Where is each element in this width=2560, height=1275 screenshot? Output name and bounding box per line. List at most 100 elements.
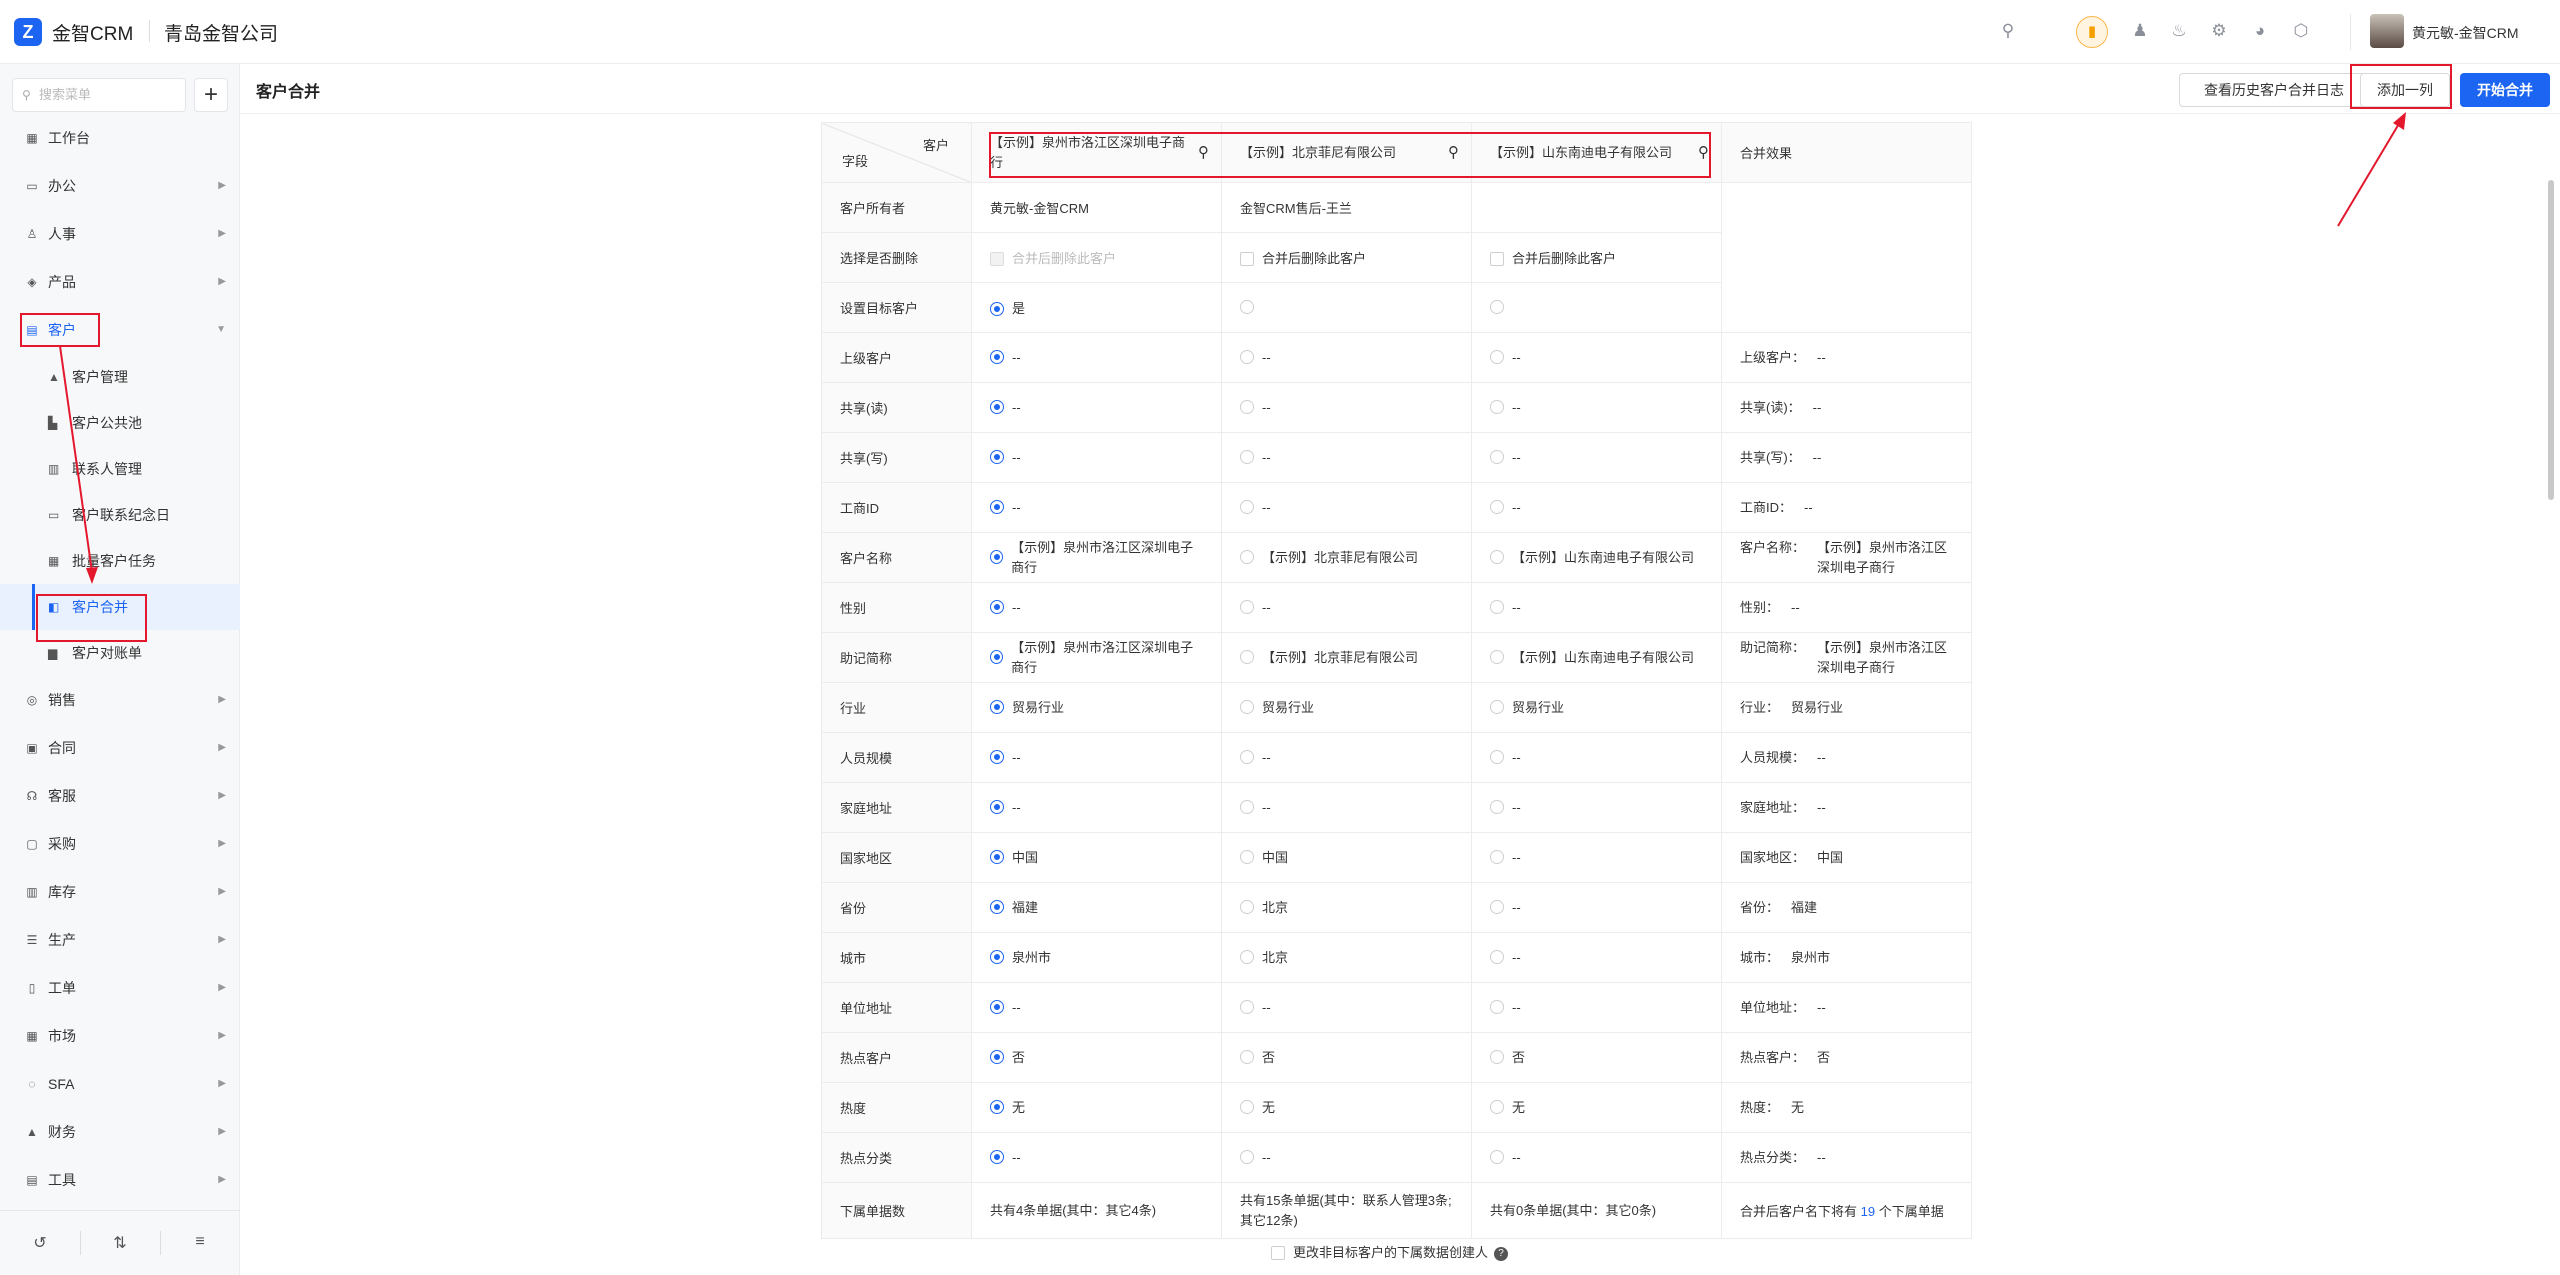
sidebar-item-service[interactable]: ☊ 客服 ▶	[0, 772, 240, 820]
field-option[interactable]: --	[1221, 382, 1472, 433]
radio-icon[interactable]	[990, 749, 1004, 764]
sidebar-item-office[interactable]: ▭ 办公 ▶	[0, 162, 240, 210]
avatar[interactable]	[2370, 14, 2404, 48]
field-option[interactable]: --	[971, 382, 1222, 433]
cube-icon[interactable]: ⬡	[2290, 20, 2312, 42]
radio-icon[interactable]	[1240, 899, 1254, 914]
change-creator-option[interactable]: 更改非目标客户的下属数据创建人?	[1271, 1242, 1509, 1261]
radio-icon[interactable]	[990, 399, 1004, 414]
start-merge-button[interactable]: 开始合并	[2460, 73, 2550, 107]
field-option[interactable]: 无	[1471, 1082, 1722, 1133]
radio-icon[interactable]	[1240, 749, 1254, 764]
field-option[interactable]: 否	[1471, 1032, 1722, 1083]
field-option[interactable]: 中国	[1221, 832, 1472, 883]
field-option[interactable]: --	[1471, 832, 1722, 883]
radio-icon[interactable]	[1490, 799, 1504, 814]
sliders-icon[interactable]: ⇅	[110, 1233, 130, 1253]
field-option[interactable]: 福建	[971, 882, 1222, 933]
customer-column-header[interactable]: 【示例】山东南迪电子有限公司 ⚲	[1471, 122, 1722, 183]
radio-icon[interactable]	[990, 499, 1004, 514]
search-icon[interactable]: ⚲	[1698, 143, 1709, 163]
radio-icon[interactable]	[990, 449, 1004, 464]
field-option[interactable]: --	[971, 732, 1222, 783]
field-option[interactable]: 【示例】泉州市洛江区深圳电子商行	[971, 632, 1222, 683]
radio-icon[interactable]	[1490, 549, 1504, 564]
radio-icon[interactable]	[1490, 899, 1504, 914]
sidebar-item-sfa[interactable]: ◌ SFA ▶	[0, 1060, 240, 1108]
field-option[interactable]: --	[1471, 882, 1722, 933]
field-option[interactable]: --	[971, 982, 1222, 1033]
radio-icon[interactable]	[990, 949, 1004, 964]
sidebar-subitem-statement[interactable]: ▆ 客户对账单	[0, 630, 240, 676]
radio-icon[interactable]	[1240, 1099, 1254, 1114]
field-option[interactable]: --	[1471, 1132, 1722, 1183]
delete-checkbox[interactable]: 合并后删除此客户	[1221, 232, 1472, 283]
radio-icon[interactable]	[1240, 399, 1254, 414]
radio-icon[interactable]	[1490, 849, 1504, 864]
search-icon[interactable]: ⚲	[1198, 143, 1209, 163]
sidebar-subitem-anniversary[interactable]: ▭ 客户联系纪念日	[0, 492, 240, 538]
field-option[interactable]: 无	[971, 1082, 1222, 1133]
radio-icon[interactable]	[1490, 649, 1504, 664]
radio-icon[interactable]	[990, 999, 1004, 1014]
checkbox-icon[interactable]	[1490, 251, 1504, 266]
field-option[interactable]: --	[1471, 582, 1722, 633]
target-radio[interactable]	[1221, 282, 1472, 333]
radio-icon[interactable]	[990, 699, 1004, 714]
radio-icon[interactable]	[990, 1099, 1004, 1114]
field-option[interactable]: 【示例】北京菲尼有限公司	[1221, 632, 1472, 683]
field-option[interactable]: --	[1221, 582, 1472, 633]
field-option[interactable]: --	[1221, 782, 1472, 833]
field-option[interactable]: 泉州市	[971, 932, 1222, 983]
help-icon[interactable]: ?	[1494, 1246, 1509, 1261]
sidebar-item-workbench[interactable]: ▦ 工作台	[0, 114, 240, 162]
field-option[interactable]: --	[1471, 982, 1722, 1033]
radio-icon[interactable]	[1490, 449, 1504, 464]
radio-icon[interactable]	[990, 849, 1004, 864]
history-icon[interactable]: ↺	[30, 1233, 50, 1253]
field-option[interactable]: --	[1221, 332, 1472, 383]
radio-icon[interactable]	[1240, 549, 1254, 564]
field-option[interactable]: --	[1221, 482, 1472, 533]
radio-icon[interactable]	[990, 549, 1004, 564]
field-option[interactable]: 贸易行业	[971, 682, 1222, 733]
radio-icon[interactable]	[1240, 300, 1254, 315]
field-option[interactable]: 否	[971, 1032, 1222, 1083]
field-option[interactable]: --	[1471, 432, 1722, 483]
settings-icon[interactable]: ⚙	[2208, 20, 2230, 42]
menu-search-input[interactable]: ⚲ 搜索菜单	[12, 78, 186, 112]
field-option[interactable]: --	[971, 432, 1222, 483]
field-option[interactable]: 北京	[1221, 882, 1472, 933]
field-option[interactable]: 【示例】山东南迪电子有限公司	[1471, 632, 1722, 683]
radio-icon[interactable]	[1490, 499, 1504, 514]
add-button[interactable]: +	[194, 78, 228, 112]
radio-icon[interactable]	[990, 799, 1004, 814]
radio-icon[interactable]	[1490, 699, 1504, 714]
target-radio[interactable]	[1471, 282, 1722, 333]
field-option[interactable]: 贸易行业	[1221, 682, 1472, 733]
target-radio[interactable]: 是	[971, 282, 1222, 333]
field-option[interactable]: --	[971, 582, 1222, 633]
contacts-icon[interactable]: ♟	[2129, 20, 2151, 42]
sidebar-subitem-batch-tasks[interactable]: ▦ 批量客户任务	[0, 538, 240, 584]
sidebar-subitem-public-pool[interactable]: ▙ 客户公共池	[0, 400, 240, 446]
radio-icon[interactable]	[1240, 949, 1254, 964]
radio-icon[interactable]	[1490, 1149, 1504, 1164]
radio-icon[interactable]	[1490, 949, 1504, 964]
customer-column-header[interactable]: 【示例】北京菲尼有限公司 ⚲	[1221, 122, 1472, 183]
radio-icon[interactable]	[1240, 1149, 1254, 1164]
megaphone-icon[interactable]: ▮	[2076, 16, 2108, 48]
radio-icon[interactable]	[1240, 799, 1254, 814]
radio-icon[interactable]	[990, 349, 1004, 364]
radio-icon[interactable]	[1490, 999, 1504, 1014]
bell-icon[interactable]: ♨	[2168, 20, 2190, 42]
sidebar-item-inventory[interactable]: ▥ 库存 ▶	[0, 868, 240, 916]
sidebar-item-tools[interactable]: ▤ 工具 ▶	[0, 1156, 240, 1204]
field-option[interactable]: 【示例】北京菲尼有限公司	[1221, 532, 1472, 583]
sidebar-item-market[interactable]: ▦ 市场 ▶	[0, 1012, 240, 1060]
sidebar-subitem-contacts[interactable]: ▥ 联系人管理	[0, 446, 240, 492]
radio-icon[interactable]	[1240, 499, 1254, 514]
radio-icon[interactable]	[990, 899, 1004, 914]
radio-icon[interactable]	[1240, 349, 1254, 364]
radio-icon[interactable]	[990, 649, 1004, 664]
